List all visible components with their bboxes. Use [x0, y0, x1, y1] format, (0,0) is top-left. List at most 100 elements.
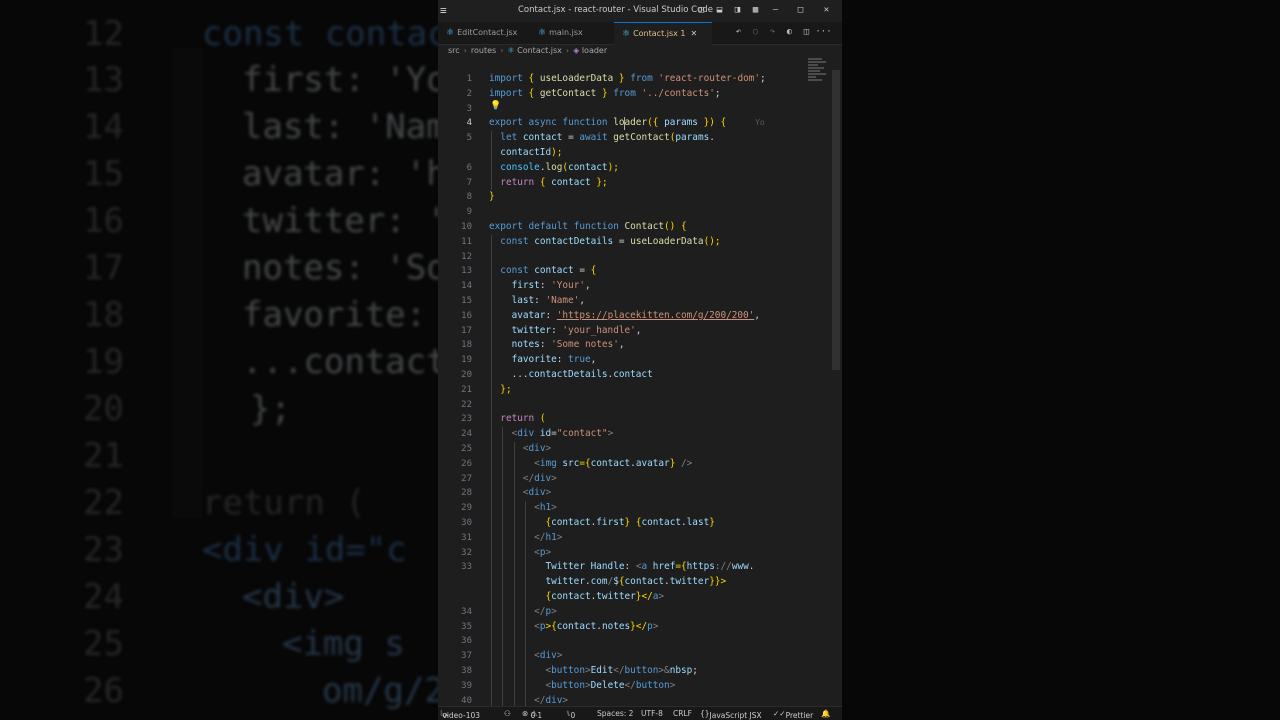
code-line[interactable]: favorite: true, — [489, 353, 597, 368]
line-number: 25 — [461, 444, 472, 454]
code-line[interactable]: </div> — [489, 694, 568, 706]
code-editor[interactable]: 1 import { useLoaderData } from 'react-ro… — [438, 70, 842, 706]
code-line[interactable]: <div> — [489, 442, 551, 457]
menu-icon[interactable]: ≡ — [440, 4, 450, 17]
language-mode[interactable]: {} JavaScript JSX — [700, 709, 762, 720]
code-line[interactable]: last: 'Name', — [489, 294, 585, 309]
line-number: 16 — [461, 310, 472, 321]
eol-setting[interactable]: CRLF — [673, 709, 692, 718]
code-line[interactable]: import { getContact } from '../contacts'… — [489, 87, 721, 102]
lightbulb-icon[interactable]: 💡 — [490, 101, 501, 111]
code-line[interactable]: twitter: 'your_handle', — [489, 324, 642, 339]
indent-guide — [502, 427, 504, 706]
layout-secondary-icon[interactable]: ◨ — [732, 5, 743, 16]
line-number: 17 — [461, 325, 472, 336]
line-number: 19 — [461, 355, 472, 366]
layout-panel-icon[interactable]: ⬓ — [714, 5, 725, 16]
code-line[interactable]: import { useLoaderData } from 'react-rou… — [489, 72, 766, 87]
customize-layout-icon[interactable]: ▦ — [750, 5, 761, 16]
minimize-icon[interactable]: – — [770, 5, 781, 16]
code-line[interactable]: <h1> — [489, 501, 557, 516]
line-number: 34 — [461, 606, 472, 617]
code-line[interactable]: export default function Contact() { — [489, 220, 687, 235]
line-number: 22 — [461, 399, 472, 410]
code-line[interactable]: <img src={contact.avatar} /> — [489, 457, 692, 472]
info-indicator[interactable]: ⑊ 0 — [566, 709, 575, 720]
code-line[interactable]: Twitter Handle: <a href={https://www. — [489, 560, 754, 575]
indentation-setting[interactable]: Spaces: 2 — [597, 709, 633, 718]
layout-sidebar-icon[interactable]: ◫ — [696, 5, 707, 16]
code-line[interactable]: ...contactDetails.contact — [489, 368, 653, 383]
code-line[interactable]: } — [489, 190, 495, 205]
code-line[interactable]: let contact = await getContact(params. — [489, 131, 715, 146]
error-count: 0 — [530, 711, 536, 720]
tab-contact[interactable]: ⚛ Contact.jsx 1 ✕ — [614, 22, 712, 45]
react-icon: ⚛ — [507, 46, 515, 55]
remote-indicator[interactable]: ⁝ video-103 ⟳ — [440, 709, 480, 720]
go-forward-icon[interactable]: ○ — [747, 27, 764, 37]
vertical-scrollbar[interactable] — [832, 70, 840, 370]
react-icon: ⚛ — [538, 28, 547, 38]
code-line[interactable]: {contact.twitter}</a> — [489, 590, 664, 605]
breadcrumb-file[interactable]: Contact.jsx — [517, 46, 562, 55]
background-shade-right — [842, 0, 1280, 720]
line-number: 28 — [461, 488, 472, 499]
line-number: 5 — [466, 133, 472, 144]
code-line[interactable]: console.log(contact); — [489, 161, 619, 176]
code-line[interactable]: notes: 'Some notes', — [489, 338, 625, 353]
line-number: 15 — [461, 296, 472, 306]
breadcrumb-routes[interactable]: routes — [471, 46, 496, 55]
line-number: 21 — [461, 384, 472, 395]
tab-label: EditContact.jsx — [457, 28, 518, 37]
vscode-window: ≡ Contact.jsx - react-router - Visual St… — [438, 0, 842, 720]
status-bar: ⁝ video-103 ⟳ ⚇ ⊗ 0 ⚠ 1 ⑊ 0 Spaces: 2 UT… — [438, 706, 842, 720]
code-line[interactable]: return { contact }; — [489, 176, 607, 191]
code-line[interactable]: }; — [489, 383, 511, 398]
line-number: 40 — [461, 695, 472, 706]
code-line[interactable]: <div> — [489, 486, 551, 501]
code-line[interactable]: export async function loader({ params })… — [489, 116, 765, 131]
code-line[interactable]: </p> — [489, 605, 557, 620]
line-number: 26 — [461, 458, 472, 469]
maximize-icon[interactable]: □ — [795, 5, 806, 16]
go-back-icon[interactable]: ↶ — [730, 27, 747, 37]
tab-main[interactable]: ⚛ main.jsx — [530, 22, 610, 44]
code-line[interactable]: <button>Edit</button>&nbsp; — [489, 664, 697, 679]
code-line[interactable]: avatar: 'https://placekitten.com/g/200/2… — [489, 309, 760, 324]
code-line[interactable]: return ( — [489, 412, 545, 427]
breadcrumb-symbol[interactable]: loader — [582, 46, 607, 55]
text-cursor — [624, 117, 626, 131]
line-number: 18 — [461, 340, 472, 351]
line-number: 20 — [461, 370, 472, 380]
line-number — [446, 575, 472, 590]
code-line[interactable]: {contact.first} {contact.last} — [489, 516, 714, 531]
indent-guide — [513, 442, 515, 706]
line-number: 13 — [461, 266, 472, 277]
code-line[interactable]: const contactDetails = useLoaderData(); — [489, 235, 720, 250]
compare-icon[interactable]: ◐ — [781, 27, 798, 37]
code-line[interactable]: <button>Delete</button> — [489, 679, 675, 694]
encoding-setting[interactable]: UTF-8 — [641, 709, 663, 718]
close-tab-icon[interactable]: ✕ — [691, 29, 698, 38]
code-line[interactable]: contactId); — [489, 146, 562, 161]
code-line[interactable]: </div> — [489, 472, 557, 487]
notifications-icon[interactable]: 🔔 — [821, 709, 830, 718]
code-line[interactable]: <p> — [489, 546, 551, 561]
prettier-status[interactable]: ✓✓ Prettier — [773, 709, 813, 720]
code-line[interactable]: <div id="contact"> — [489, 427, 614, 442]
more-actions-icon[interactable]: ··· — [815, 27, 832, 37]
redo-icon[interactable]: ↷ — [764, 27, 781, 37]
split-editor-icon[interactable]: ◫ — [798, 27, 815, 37]
problems-indicator[interactable]: ⊗ 0 ⚠ 1 — [522, 709, 542, 720]
breadcrumb-src[interactable]: src — [448, 46, 460, 55]
close-window-icon[interactable]: ✕ — [821, 5, 832, 16]
line-number — [446, 590, 472, 605]
line-number: 12 — [461, 251, 472, 262]
tab-editcontact[interactable]: ⚛ EditContact.jsx — [438, 22, 530, 44]
line-number: 1 — [466, 74, 472, 84]
branch-icon[interactable]: ⚇ — [504, 709, 511, 718]
line-number: 4 — [466, 118, 472, 129]
sync-icon: ⟳ — [442, 711, 449, 720]
code-line[interactable]: const contact = { — [489, 264, 596, 279]
code-line[interactable]: first: 'Your', — [489, 279, 591, 294]
